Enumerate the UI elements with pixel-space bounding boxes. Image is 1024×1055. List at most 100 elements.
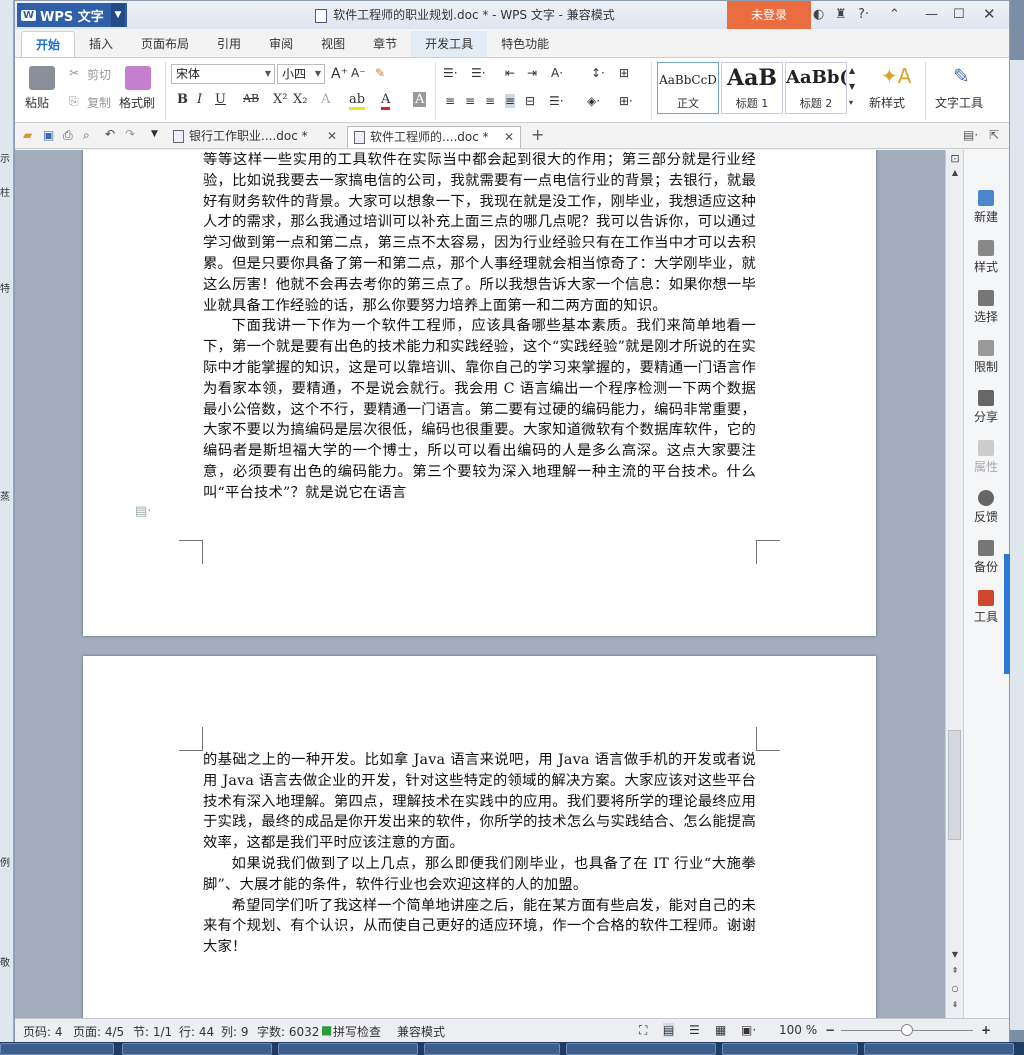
shading-icon[interactable]: ◈· — [587, 94, 600, 108]
share-panel-button[interactable]: 分享 — [964, 390, 1008, 425]
tab-references[interactable]: 引用 — [203, 31, 255, 57]
taskbar-item[interactable] — [864, 1043, 1014, 1055]
distributed-icon[interactable]: ⊟ — [525, 94, 535, 108]
taskbar-item[interactable] — [566, 1043, 716, 1055]
styles-panel-button[interactable]: 样式 — [964, 240, 1008, 275]
font-size-select[interactable]: 小四 ▼ — [277, 64, 325, 84]
font-name-select[interactable]: 宋体 ▼ — [171, 64, 275, 84]
page-body[interactable]: 等等这样一些实用的工具软件在实际当中都会起到很大的作用；第三部分就是行业经验，比… — [203, 150, 756, 504]
close-tab-icon[interactable]: ✕ — [327, 126, 337, 146]
font-color-icon[interactable]: A — [381, 92, 391, 110]
doc-tab-bank[interactable]: 银行工作职业....doc * ✕ — [167, 126, 343, 148]
tab-developer[interactable]: 开发工具 — [411, 31, 488, 57]
border-icon[interactable]: ⊞· — [619, 94, 633, 108]
restrict-panel-button[interactable]: 限制 — [964, 340, 1008, 375]
scroll-up-icon[interactable]: ▲ — [946, 168, 964, 177]
minimize-icon[interactable]: — — [925, 7, 938, 22]
italic-icon[interactable]: I — [197, 92, 202, 107]
cut-button[interactable]: 剪切 — [87, 66, 111, 83]
print-preview-icon[interactable]: ⌕ — [83, 128, 90, 143]
full-screen-icon[interactable]: ⛶ — [639, 1023, 647, 1038]
tab-review[interactable]: 审阅 — [255, 31, 307, 57]
spellcheck-toggle[interactable]: 拼写检查 — [333, 1023, 381, 1040]
increase-indent-icon[interactable]: ⇥ — [527, 66, 537, 80]
document-workspace[interactable]: 等等这样一些实用的工具软件在实际当中都会起到很大的作用；第三部分就是行业经验，比… — [15, 150, 945, 1018]
align-justify-icon[interactable]: ≡ — [505, 94, 516, 108]
status-word-count[interactable]: 字数: 6032 — [257, 1023, 319, 1040]
text-tools-button[interactable]: 文字工具 — [935, 94, 983, 111]
new-tab-icon[interactable]: + — [531, 125, 544, 144]
zoom-slider-thumb[interactable] — [901, 1024, 913, 1036]
prev-page-icon[interactable]: ⇞ — [946, 966, 964, 975]
feedback-panel-button[interactable]: 反馈 — [964, 490, 1008, 525]
scrollbar-thumb[interactable] — [948, 730, 961, 840]
tab-view[interactable]: 视图 — [307, 31, 359, 57]
chevron-down-icon[interactable]: ▼ — [111, 3, 125, 27]
new-style-button[interactable]: 新样式 — [869, 94, 905, 111]
format-painter-icon[interactable] — [125, 66, 151, 90]
taskbar-item[interactable] — [278, 1043, 418, 1055]
bold-icon[interactable]: B — [177, 92, 188, 107]
paste-icon[interactable] — [29, 66, 55, 90]
doc-tab-engineer[interactable]: 软件工程师的....doc * ✕ — [347, 126, 521, 148]
taskbar-item[interactable] — [0, 1043, 114, 1055]
text-effect-icon[interactable]: A — [321, 92, 330, 107]
backup-panel-button[interactable]: 备份 — [964, 540, 1008, 575]
tab-special[interactable]: 特色功能 — [487, 31, 563, 57]
tab-page-layout[interactable]: 页面布局 — [127, 31, 203, 57]
styles-scroll-up-icon[interactable]: ▲ — [849, 66, 855, 75]
zoom-level[interactable]: 100 % — [779, 1023, 817, 1037]
new-style-icon[interactable]: ✦A — [881, 64, 911, 88]
numbered-list-icon[interactable]: ☰· — [471, 66, 486, 80]
skin-icon[interactable]: ◐ — [813, 7, 824, 22]
scroll-down-icon[interactable]: ▼ — [946, 950, 964, 959]
underline-icon[interactable]: U — [215, 92, 226, 107]
paste-button[interactable]: 粘贴 — [25, 94, 49, 111]
superscript-icon[interactable]: X² — [273, 92, 287, 107]
login-button[interactable]: 未登录 — [727, 1, 811, 29]
char-shading-icon[interactable]: A — [413, 92, 427, 107]
web-view-icon[interactable]: ▦ — [715, 1023, 726, 1037]
highlight-icon[interactable]: ab — [349, 92, 366, 110]
styles-scroll-down-icon[interactable]: ▼ — [849, 82, 855, 91]
grow-font-icon[interactable]: A⁺ — [331, 66, 348, 82]
style-heading-2[interactable]: AaBb(标题 2 — [785, 62, 847, 114]
browse-object-icon[interactable]: ○ — [946, 984, 964, 993]
format-painter-button[interactable]: 格式刷 — [119, 94, 155, 111]
taskbar-item[interactable] — [722, 1043, 858, 1055]
taskbar-item[interactable] — [424, 1043, 560, 1055]
close-icon[interactable]: ✕ — [983, 5, 996, 23]
status-page-number[interactable]: 页码: 4 — [23, 1023, 63, 1040]
align-left-icon[interactable]: ≡ — [445, 94, 455, 108]
styles-more-icon[interactable]: ▾ — [849, 98, 853, 107]
clear-format-icon[interactable]: ✎ — [375, 66, 385, 80]
paragraph-layout-icon[interactable]: ▤· — [135, 504, 151, 519]
split-view-icon[interactable]: ⊡ — [946, 152, 964, 165]
next-page-icon[interactable]: ⇟ — [946, 1000, 964, 1009]
tools-panel-button[interactable]: 工具 — [964, 590, 1008, 625]
text-tools-icon[interactable]: ✎ — [953, 64, 970, 88]
page-body[interactable]: 的基础之上的一种开发。比如拿 Java 语言来说吧，用 Java 语言做手机的开… — [203, 750, 756, 958]
show-marks-icon[interactable]: ⊞ — [619, 66, 629, 80]
line-spacing-icon[interactable]: ☰· — [549, 94, 564, 108]
close-tab-icon[interactable]: ✕ — [504, 127, 514, 147]
zoom-out-icon[interactable]: − — [825, 1023, 835, 1037]
zoom-in-icon[interactable]: + — [981, 1023, 991, 1037]
redo-icon[interactable]: ↷ — [125, 127, 135, 141]
window-mode-icon[interactable]: ▤· — [963, 128, 978, 142]
sort-icon[interactable]: ↕· — [591, 66, 605, 80]
outline-view-icon[interactable]: ☰ — [689, 1023, 700, 1037]
asian-layout-icon[interactable]: A· — [551, 66, 563, 80]
open-icon[interactable]: ▰ — [23, 128, 32, 142]
style-heading-1[interactable]: AaB 标题 1 — [721, 62, 783, 114]
shrink-font-icon[interactable]: A⁻ — [351, 66, 366, 80]
strikethrough-icon[interactable]: AB — [243, 92, 259, 105]
subscript-icon[interactable]: X₂ — [293, 92, 307, 107]
customize-quickbar-icon[interactable]: ▼ — [151, 129, 158, 139]
style-normal[interactable]: AaBbCcD 正文 — [657, 62, 719, 114]
collapse-ribbon-icon[interactable]: ⌃ — [889, 7, 900, 22]
align-center-icon[interactable]: ≡ — [465, 94, 475, 108]
maximize-icon[interactable]: ☐ — [953, 7, 965, 22]
vertical-scrollbar[interactable]: ⊡ ▲ ▼ ⇞ ○ ⇟ — [945, 150, 963, 1018]
select-panel-button[interactable]: 选择 — [964, 290, 1008, 325]
